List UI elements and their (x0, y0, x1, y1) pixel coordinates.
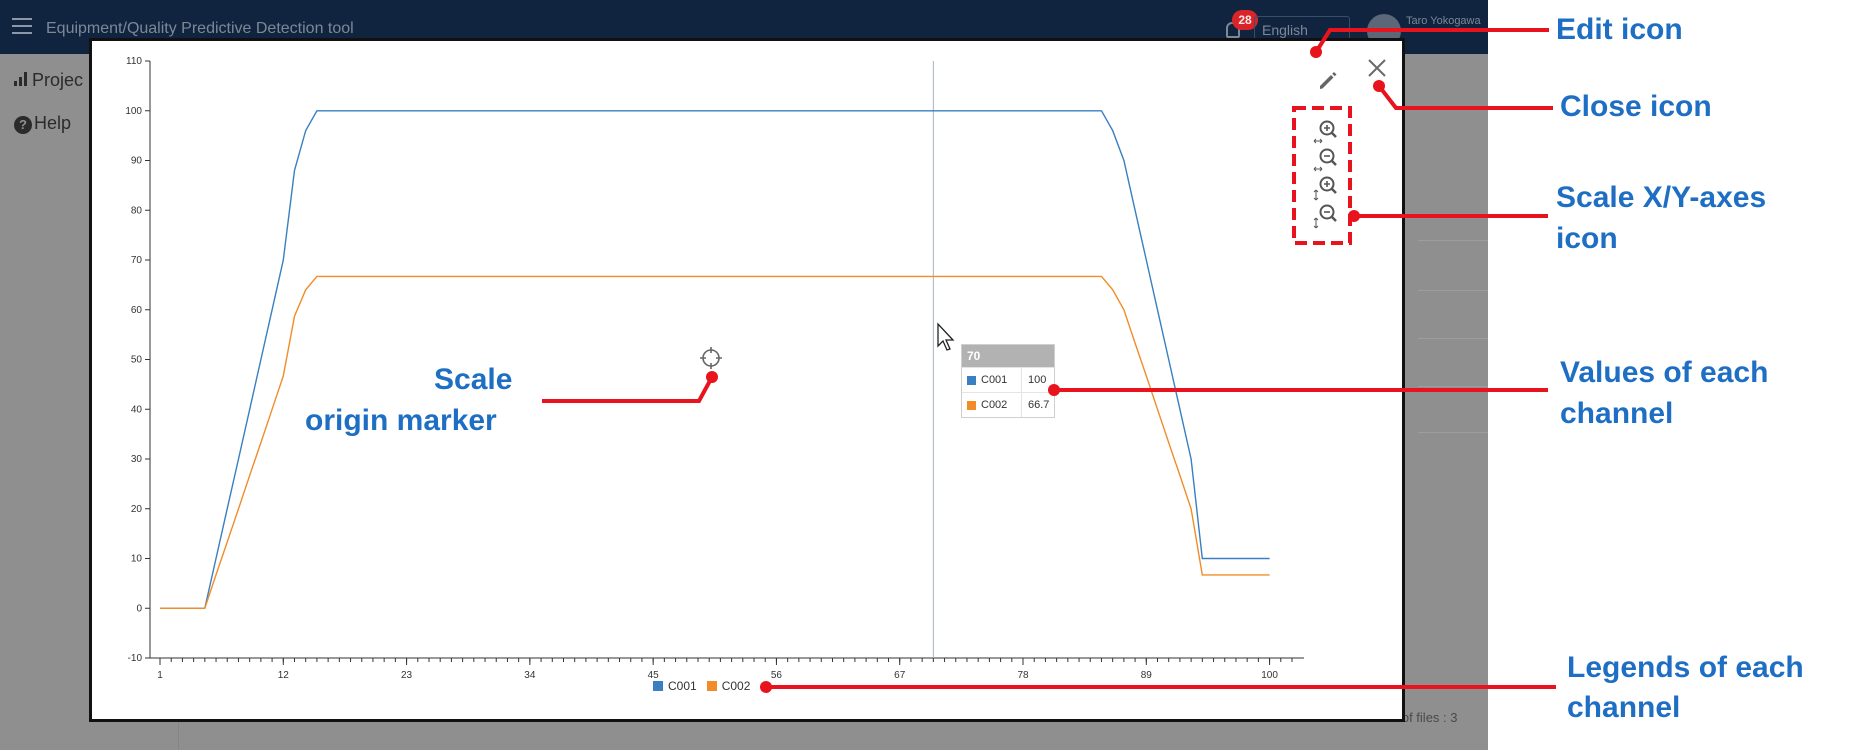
divider (1418, 338, 1488, 339)
divider (1418, 290, 1488, 291)
x-tick-label: 12 (278, 670, 290, 681)
y-tick-label: 90 (131, 156, 143, 167)
tooltip-series-name: C002 (981, 393, 1022, 417)
series-swatch (967, 400, 976, 410)
tooltip-header: 70 (962, 345, 1054, 367)
y-tick-label: 10 (131, 554, 143, 565)
legend-label: C002 (721, 679, 751, 693)
user-name: Taro Yokogawa (1406, 15, 1481, 27)
x-tick-label: 1 (157, 670, 163, 681)
annotation-edit-icon: Edit icon (1556, 13, 1683, 46)
legend-item-c002[interactable]: C002 (706, 679, 751, 693)
x-tick-label: 89 (1141, 670, 1153, 681)
x-tick-label: 100 (1261, 670, 1278, 681)
app-title: Equipment/Quality Predictive Detection t… (46, 20, 354, 37)
zoom-out-x-icon[interactable] (1312, 146, 1342, 174)
x-tick-label: 78 (1017, 670, 1029, 681)
annotation-close-icon: Close icon (1560, 90, 1712, 123)
x-tick-label: 56 (771, 670, 783, 681)
mouse-cursor-icon (937, 322, 955, 351)
annotation-scale-axes-line1: Scale X/Y-axes (1556, 181, 1767, 214)
annotation-legends-line2: channel (1567, 691, 1681, 724)
annotation-scale-axes-line2: icon (1556, 222, 1618, 255)
language-label: English (1262, 22, 1308, 38)
divider (1418, 386, 1488, 387)
crosshair-icon[interactable] (699, 346, 723, 370)
annotation-values-line2: channel (1560, 397, 1674, 430)
zoom-out-y-icon[interactable] (1312, 202, 1342, 230)
y-tick-label: 80 (131, 205, 143, 216)
edit-icon[interactable] (1312, 65, 1342, 95)
help-icon: ? (14, 116, 32, 134)
y-tick-label: -10 (128, 653, 143, 664)
series-swatch (967, 375, 976, 385)
tooltip-series-value: 100 (1028, 374, 1047, 386)
zoom-in-x-icon[interactable] (1312, 118, 1342, 146)
tooltip-series-name: C001 (981, 368, 1022, 392)
line-chart: -1001020304050607080901001101 12 23 34 45 56 6… (125, 56, 1304, 681)
annotation-values-line1: Values of each (1560, 356, 1769, 389)
zoom-in-y-icon[interactable] (1312, 174, 1342, 202)
x-tick-label: 67 (894, 670, 906, 681)
values-tooltip: 70 C001 100 C002 66.7 (961, 344, 1055, 418)
divider (1418, 432, 1488, 433)
series-line-c002 (160, 275, 1270, 609)
y-tick-label: 50 (131, 355, 143, 366)
menu-icon[interactable] (12, 18, 32, 34)
legend-item-c001[interactable]: C001 (653, 679, 697, 693)
y-tick-label: 20 (131, 504, 143, 515)
annotation-origin-line2: origin marker (305, 404, 497, 437)
close-icon[interactable] (1362, 53, 1392, 83)
y-tick-label: 60 (131, 305, 143, 316)
y-tick-label: 100 (125, 106, 142, 117)
legend-label: C001 (668, 679, 697, 693)
y-tick-label: 110 (126, 56, 142, 67)
y-tick-label: 70 (131, 255, 143, 266)
legend-swatch (653, 681, 663, 691)
x-tick-label: 23 (401, 670, 413, 681)
x-tick-label: 34 (524, 670, 536, 681)
annotation-legends-line1: Legends of each (1567, 651, 1804, 684)
y-tick-label: 0 (136, 603, 142, 614)
chart-legend: C001 C002 (653, 679, 750, 693)
sidebar-item-projects[interactable]: Projec (14, 70, 83, 91)
y-tick-label: 40 (131, 404, 143, 415)
chart-modal: -10 0 10 20 30 40 50 60 70 80 90 100 110 1 12 23 34 45 56 6… (89, 38, 1405, 722)
y-tick-label: 30 (131, 454, 143, 465)
legend-swatch (706, 681, 717, 691)
tooltip-row: C002 66.7 (962, 392, 1054, 417)
bar-chart-icon (14, 72, 28, 86)
sidebar-item-help[interactable]: ? Help (14, 113, 71, 134)
annotation-origin-line1: Scale (434, 363, 513, 396)
sidebar-item-label: Projec (32, 70, 84, 90)
tooltip-series-value: 66.7 (1028, 399, 1050, 411)
sidebar-item-label: Help (34, 113, 72, 133)
divider (1418, 240, 1488, 241)
tooltip-row: C001 100 (962, 367, 1054, 392)
